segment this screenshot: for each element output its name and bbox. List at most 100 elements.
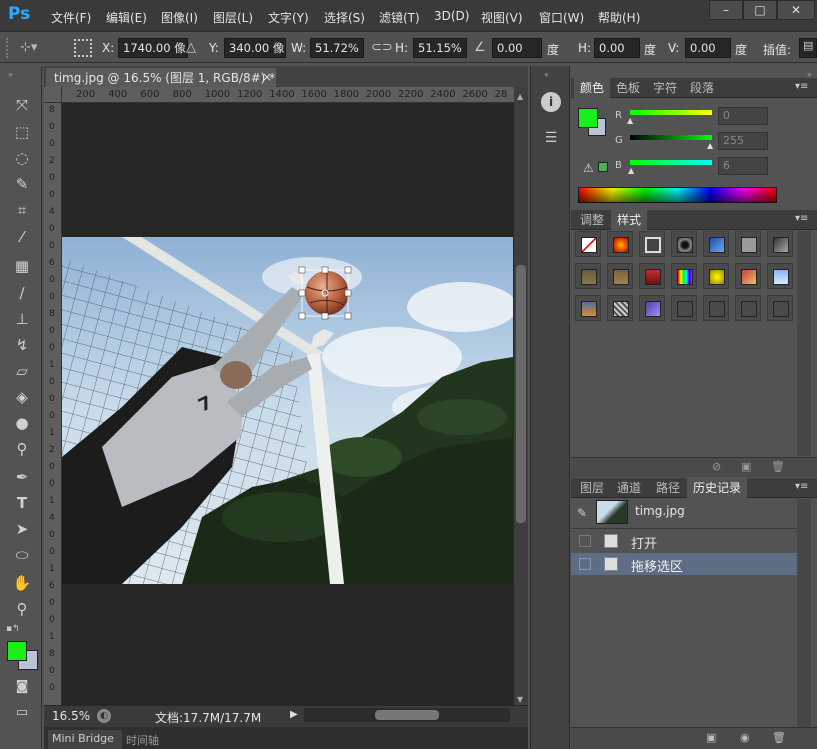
tab-character[interactable]: 字符 [647, 78, 683, 98]
eraser-tool-icon[interactable]: ▱ [9, 360, 35, 382]
tab-channels[interactable]: 通道 [611, 478, 647, 498]
tab-styles[interactable]: 样式 [611, 210, 648, 230]
vertical-scroll-thumb[interactable] [516, 265, 526, 523]
history-panel-menu-icon[interactable]: ▾≡ [795, 481, 808, 492]
clear-style-icon[interactable]: ⊘ [712, 460, 721, 473]
eyedropper-tool-icon[interactable]: ⁄ [9, 226, 35, 248]
style-swatch[interactable] [703, 263, 729, 289]
style-swatch[interactable] [639, 231, 665, 257]
quick-mask-icon[interactable]: ◙ [9, 676, 35, 698]
style-swatch[interactable] [671, 231, 697, 257]
menu-file[interactable]: 文件(F) [51, 9, 91, 26]
style-swatch[interactable] [607, 231, 633, 257]
style-swatch[interactable] [735, 231, 761, 257]
minimize-button[interactable]: – [709, 0, 743, 20]
tab-swatches[interactable]: 色板 [610, 78, 646, 98]
history-scrollbar[interactable] [797, 499, 811, 727]
tab-layers[interactable]: 图层 [574, 478, 610, 498]
healing-brush-tool-icon[interactable]: ▦ [9, 255, 35, 277]
status-menu-arrow[interactable]: ▶ [290, 709, 298, 720]
styles-panel-menu-icon[interactable]: ▾≡ [795, 213, 808, 224]
panel-foreground-swatch[interactable] [578, 108, 598, 128]
tab-paragraph[interactable]: 段落 [684, 78, 720, 98]
zoom-level[interactable]: 16.5% [52, 709, 90, 723]
new-style-icon[interactable]: ▣ [741, 460, 751, 473]
type-tool-icon[interactable]: T [9, 492, 35, 514]
history-source-checkbox[interactable] [579, 558, 591, 570]
style-swatch[interactable] [703, 295, 729, 321]
width-field[interactable]: 51.72% [310, 38, 364, 58]
menu-window[interactable]: 窗口(W) [539, 9, 584, 26]
ruler-origin[interactable] [44, 87, 62, 103]
new-snapshot-icon[interactable]: ◉ [740, 731, 750, 744]
style-swatch[interactable] [671, 263, 697, 289]
properties-panel-icon[interactable]: ☰ [540, 130, 562, 150]
menu-select[interactable]: 选择(S) [324, 9, 365, 26]
style-swatch[interactable] [735, 263, 761, 289]
y-field[interactable]: 340.00 像 [224, 38, 286, 58]
tab-color[interactable]: 颜色 [574, 78, 611, 98]
hskew-field[interactable]: 0.00 [594, 38, 640, 58]
crop-tool-icon[interactable]: ⌗ [9, 199, 35, 221]
color-panel-menu-icon[interactable]: ▾≡ [795, 81, 808, 92]
history-source-checkbox[interactable] [579, 535, 591, 547]
vertical-ruler[interactable]: 8 0 0 2 0 0 4 0 0 6 0 0 8 0 0 1 0 0 0 1 2 0 0 1 4 0 0 1 6 0 0 1 8 0 0 [44, 103, 62, 705]
style-swatch[interactable] [735, 295, 761, 321]
horizontal-scroll-thumb[interactable] [375, 710, 439, 720]
transform-tool-icon[interactable]: ⊹▾ [20, 40, 48, 56]
delete-state-icon[interactable]: 🗑 [772, 731, 786, 744]
style-swatch[interactable] [607, 263, 633, 289]
scroll-up-arrow[interactable]: ▲ [517, 92, 523, 101]
style-swatch[interactable] [575, 295, 601, 321]
link-icon[interactable]: ⊂⊃ [371, 40, 393, 55]
horizontal-ruler[interactable]: 200 400 600 800 1000 1200 1400 1600 1800 2000 2200… [62, 87, 514, 103]
menu-view[interactable]: 视图(V) [481, 9, 523, 26]
style-swatch[interactable] [575, 231, 601, 257]
blur-tool-icon[interactable]: ● [9, 412, 35, 434]
angle-field[interactable]: 0.00 [492, 38, 542, 58]
close-window-button[interactable]: ✕ [777, 0, 815, 20]
menu-edit[interactable]: 编辑(E) [106, 9, 147, 26]
clone-stamp-tool-icon[interactable]: ⊥ [9, 308, 35, 330]
b-slider[interactable] [630, 160, 712, 165]
tab-mini-bridge[interactable]: Mini Bridge [48, 730, 122, 749]
toolbar-collapse-icon[interactable]: » [8, 70, 13, 79]
brush-tool-icon[interactable]: ∕ [9, 282, 35, 304]
status-info-icon[interactable]: ◐ [97, 709, 111, 723]
snapshot-thumbnail[interactable] [596, 500, 628, 524]
info-panel-icon[interactable]: i [541, 92, 561, 112]
style-swatch[interactable] [639, 295, 665, 321]
zoom-tool-icon[interactable]: ⚲ [9, 598, 35, 620]
style-swatch[interactable] [767, 231, 793, 257]
pen-tool-icon[interactable]: ✒ [9, 466, 35, 488]
r-slider-handle[interactable]: ▲ [627, 116, 633, 125]
path-select-tool-icon[interactable]: ➤ [9, 518, 35, 540]
tab-timeline[interactable]: 时间轴 [126, 732, 159, 748]
document-close-icon[interactable]: × [262, 70, 272, 84]
interpolation-select[interactable]: ▤ [799, 38, 817, 58]
tab-adjustments[interactable]: 调整 [574, 210, 610, 230]
move-tool-icon[interactable]: ⤧ [9, 94, 35, 116]
style-swatch[interactable] [703, 231, 729, 257]
new-document-from-state-icon[interactable]: ▣ [706, 731, 716, 744]
reference-point-icon[interactable] [74, 39, 92, 57]
default-colors-icon[interactable]: ▪↰ [6, 624, 20, 634]
r-slider[interactable] [630, 110, 712, 115]
restore-button[interactable]: □ [743, 0, 777, 20]
out-of-gamut-warning-icon[interactable]: ⚠ [583, 161, 594, 175]
marquee-tool-icon[interactable]: ⬚ [9, 121, 35, 143]
style-swatch[interactable] [767, 295, 793, 321]
menu-3d[interactable]: 3D(D) [434, 9, 469, 23]
g-value[interactable]: 255 [718, 132, 768, 150]
delete-style-icon[interactable]: 🗑 [771, 460, 785, 473]
history-brush-source-icon[interactable]: ✎ [577, 506, 587, 520]
paint-bucket-tool-icon[interactable]: ◈ [9, 386, 35, 408]
r-value[interactable]: 0 [718, 107, 768, 125]
foreground-color-swatch[interactable] [7, 641, 27, 661]
x-field[interactable]: 1740.00 像 [118, 38, 188, 58]
styles-scrollbar[interactable] [797, 231, 811, 456]
snapshot-label[interactable]: timg.jpg [635, 504, 685, 518]
strip-collapse-icon[interactable]: « [544, 70, 549, 79]
scroll-down-arrow[interactable]: ▼ [517, 695, 523, 704]
screen-mode-icon[interactable]: ▭ [9, 702, 35, 724]
